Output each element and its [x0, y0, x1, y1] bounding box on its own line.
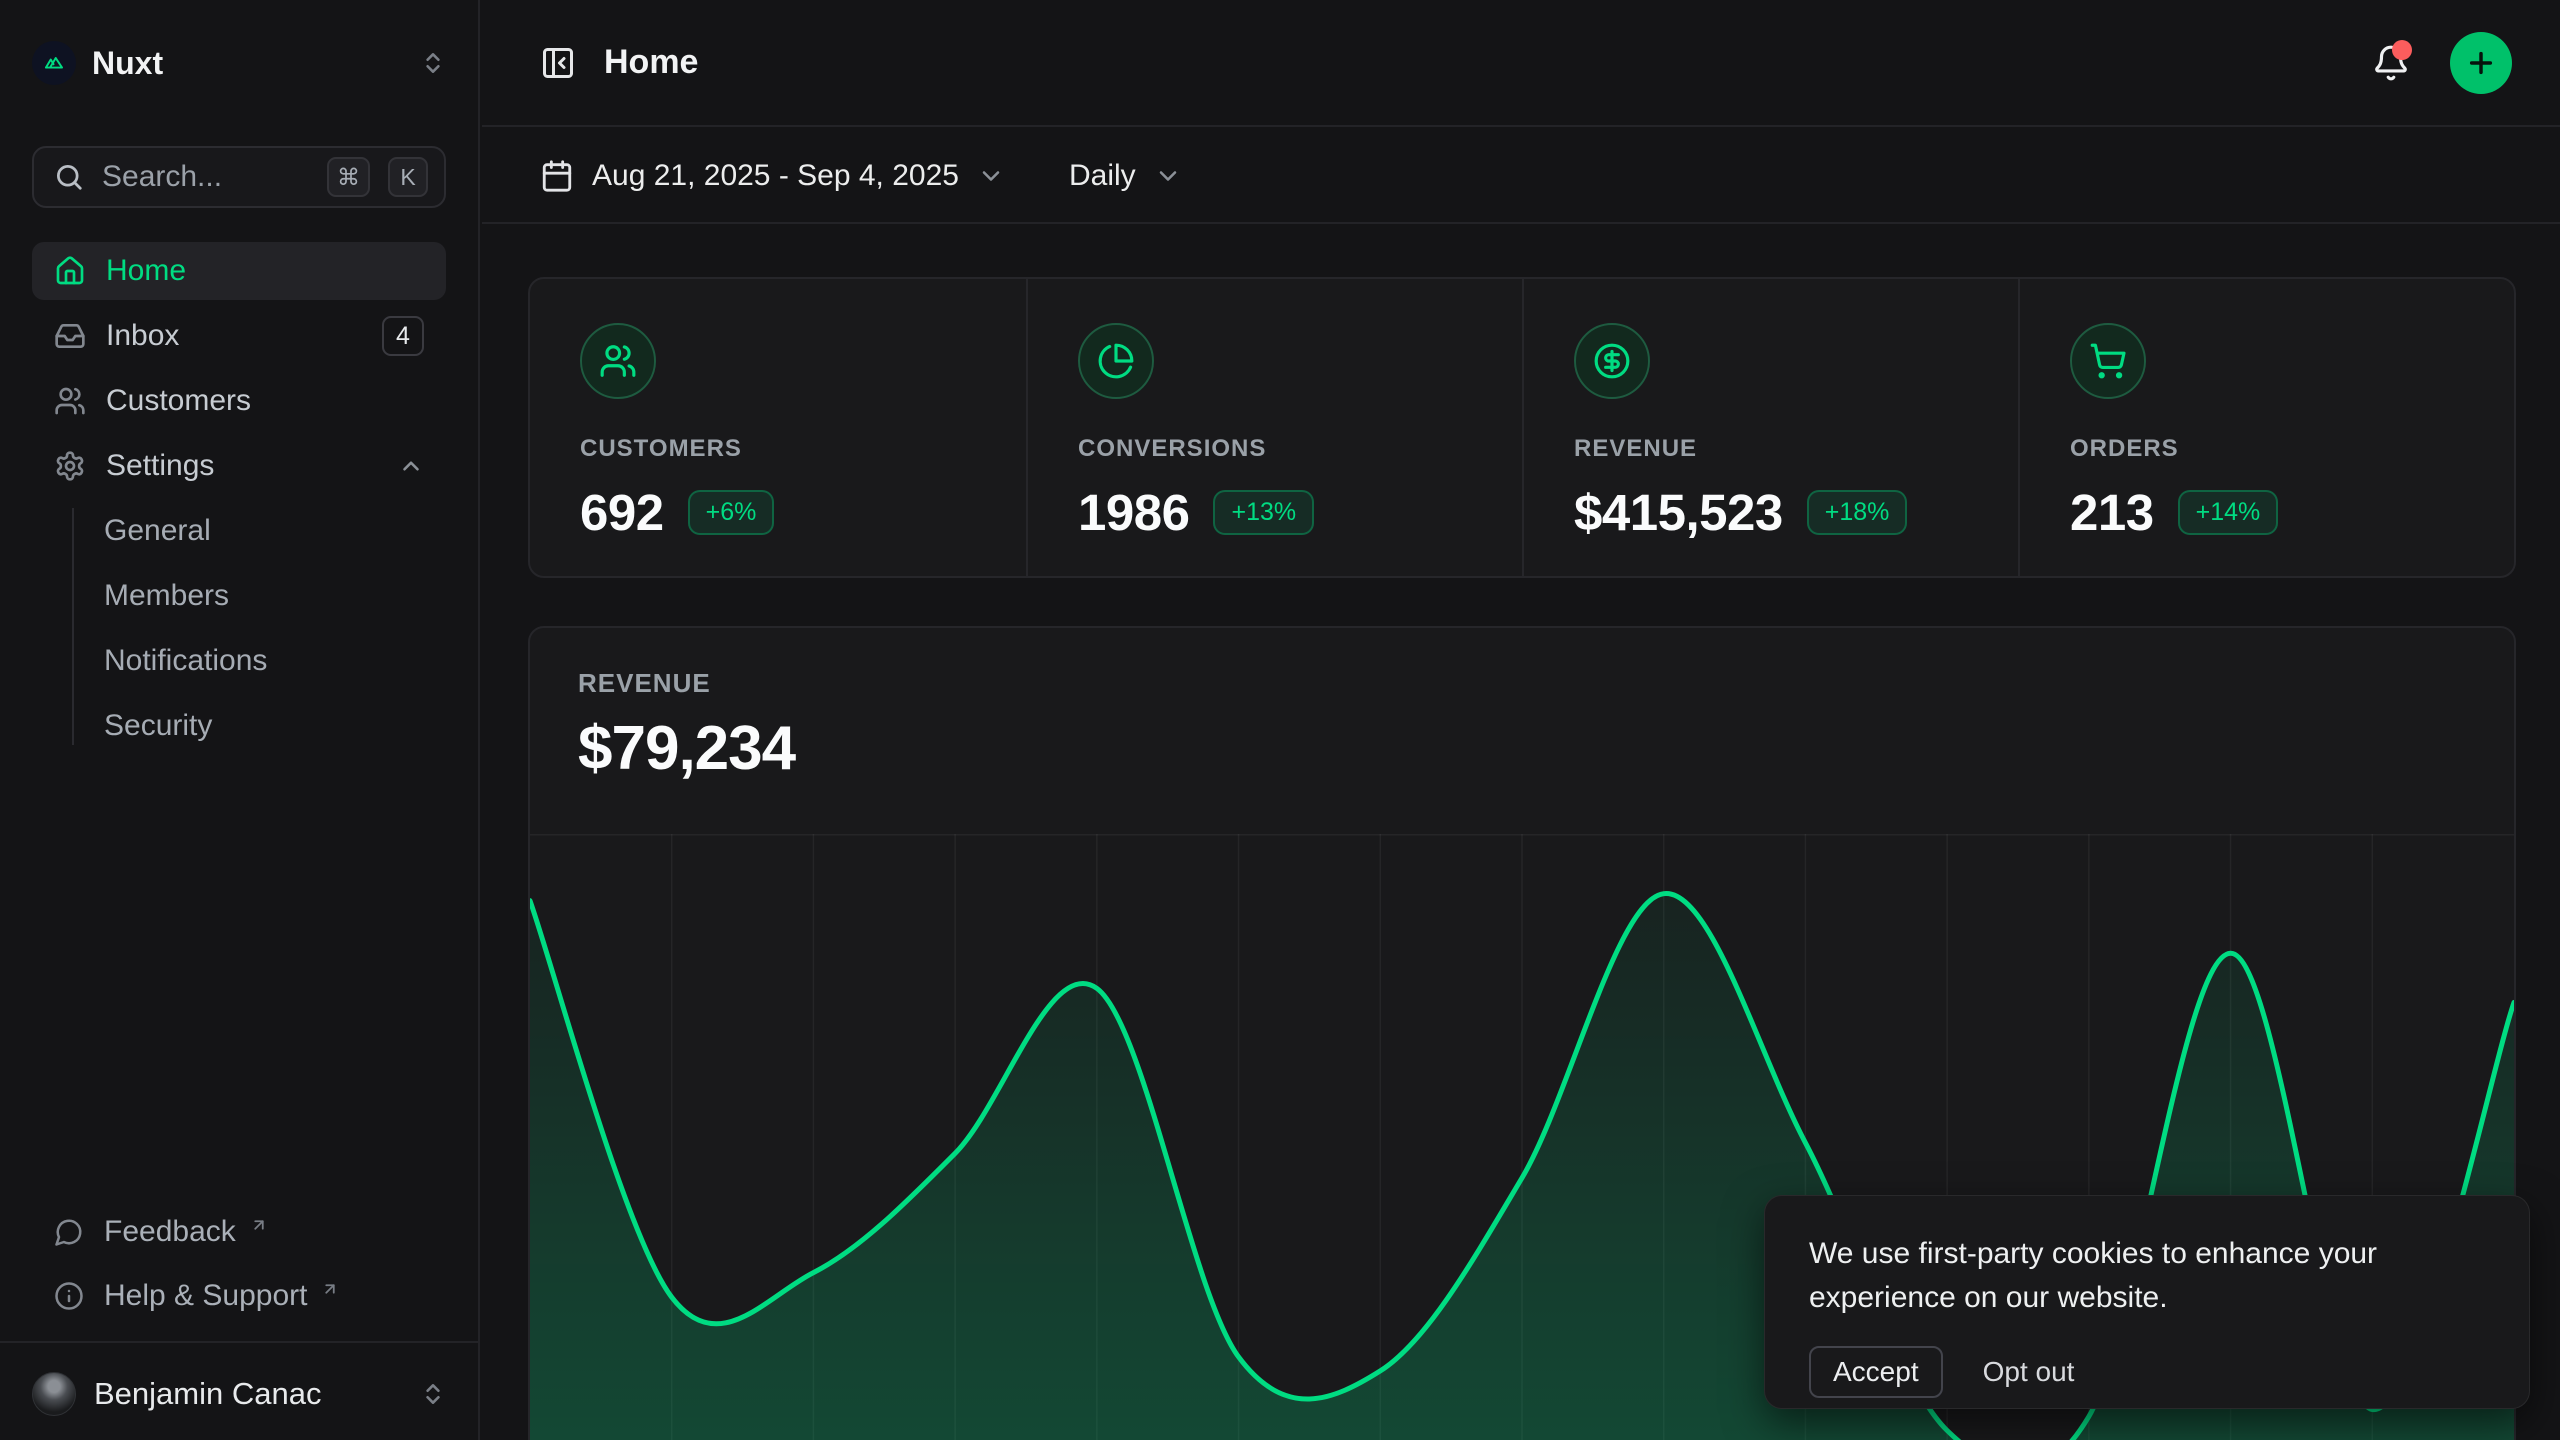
stat-value: $415,523	[1574, 483, 1783, 542]
dashboard-app: Nuxt Search... ⌘ K Home	[0, 0, 2560, 1440]
sidebar-item-customers[interactable]: Customers	[32, 372, 446, 430]
workspace-name: Nuxt	[92, 45, 404, 82]
calendar-icon	[540, 159, 574, 193]
notification-dot	[2392, 40, 2412, 60]
panel-left-close-icon[interactable]	[540, 45, 576, 81]
sidebar-item-label: Help & Support	[104, 1279, 307, 1313]
home-icon	[54, 255, 86, 287]
cookie-message: We use first-party cookies to enhance yo…	[1809, 1232, 2485, 1320]
filters-toolbar: Aug 21, 2025 - Sep 4, 2025 Daily	[482, 129, 2560, 224]
workspace-switcher[interactable]: Nuxt	[32, 40, 446, 86]
page-title: Home	[604, 43, 2372, 82]
sidebar-item-notifications[interactable]: Notifications	[72, 632, 446, 690]
stat-delta-badge: +18%	[1807, 490, 1908, 535]
sidebar-item-help-support[interactable]: Help & Support	[32, 1267, 446, 1325]
sidebar-nav: Home Inbox 4 Customers Settings	[32, 242, 446, 762]
chart-total-value: $79,234	[578, 713, 2466, 784]
sidebar: Nuxt Search... ⌘ K Home	[0, 0, 480, 1440]
stat-conversions[interactable]: Conversions 1986 +13%	[1026, 279, 1522, 576]
chart-title: Revenue	[578, 668, 2466, 699]
sidebar-item-members[interactable]: Members	[72, 567, 446, 625]
sidebar-item-label: Home	[106, 254, 186, 288]
search-placeholder: Search...	[102, 160, 309, 194]
info-circle-icon	[54, 1281, 84, 1311]
chevrons-up-down-icon	[420, 1381, 446, 1407]
chevron-down-icon	[1154, 162, 1182, 190]
stat-label: Revenue	[1574, 435, 2018, 463]
plus-icon	[2465, 47, 2497, 79]
users-icon	[580, 323, 656, 399]
sidebar-item-label: Inbox	[106, 319, 362, 353]
stats-card: Customers 692 +6% Conversions 1986 +13%	[528, 277, 2516, 578]
stat-delta-badge: +6%	[688, 490, 775, 535]
user-menu[interactable]: Benjamin Canac	[32, 1362, 446, 1426]
search-icon	[54, 162, 84, 192]
stat-value: 1986	[1078, 483, 1189, 542]
user-name: Benjamin Canac	[94, 1376, 402, 1412]
stat-value: 213	[2070, 483, 2154, 542]
stat-label: Conversions	[1078, 435, 1522, 463]
chevrons-up-down-icon	[420, 50, 446, 76]
sidebar-item-label: Security	[104, 709, 212, 743]
granularity-label: Daily	[1069, 159, 1136, 193]
search-input[interactable]: Search... ⌘ K	[32, 146, 446, 208]
sidebar-item-label: Notifications	[104, 644, 267, 678]
sidebar-item-settings[interactable]: Settings	[32, 437, 446, 495]
sidebar-item-label: General	[104, 514, 211, 548]
opt-out-button[interactable]: Opt out	[1983, 1356, 2075, 1388]
page-header: Home	[482, 0, 2560, 127]
users-icon	[54, 385, 86, 417]
kbd-cmd: ⌘	[327, 157, 370, 197]
stat-orders[interactable]: Orders 213 +14%	[2018, 279, 2514, 576]
sidebar-item-feedback[interactable]: Feedback	[32, 1203, 446, 1261]
external-link-icon	[250, 1216, 268, 1234]
dollar-circle-icon	[1574, 323, 1650, 399]
external-link-icon	[321, 1280, 339, 1298]
cookie-banner: We use first-party cookies to enhance yo…	[1764, 1195, 2530, 1409]
stat-customers[interactable]: Customers 692 +6%	[530, 279, 1026, 576]
sidebar-item-label: Customers	[106, 384, 251, 418]
sidebar-item-general[interactable]: General	[72, 502, 446, 560]
gear-icon	[54, 450, 86, 482]
sidebar-item-home[interactable]: Home	[32, 242, 446, 300]
sidebar-item-label: Settings	[106, 449, 378, 483]
kbd-k: K	[388, 157, 428, 197]
accept-button[interactable]: Accept	[1809, 1346, 1943, 1398]
sidebar-item-inbox[interactable]: Inbox 4	[32, 307, 446, 365]
notifications-button[interactable]	[2372, 44, 2410, 82]
stat-delta-badge: +13%	[1213, 490, 1314, 535]
stat-delta-badge: +14%	[2178, 490, 2279, 535]
inbox-icon	[54, 320, 86, 352]
stat-revenue[interactable]: Revenue $415,523 +18%	[1522, 279, 2018, 576]
shopping-cart-icon	[2070, 323, 2146, 399]
granularity-select[interactable]: Daily	[1069, 159, 1182, 193]
avatar	[32, 1372, 76, 1416]
sidebar-item-label: Members	[104, 579, 229, 613]
date-range-picker[interactable]: Aug 21, 2025 - Sep 4, 2025	[540, 159, 1005, 193]
sidebar-item-label: Feedback	[104, 1215, 236, 1249]
date-range-label: Aug 21, 2025 - Sep 4, 2025	[592, 159, 959, 193]
chevron-down-icon	[977, 162, 1005, 190]
stat-label: Customers	[580, 435, 1026, 463]
add-button[interactable]	[2450, 32, 2512, 94]
chevron-up-icon	[398, 453, 424, 479]
pie-chart-icon	[1078, 323, 1154, 399]
stat-label: Orders	[2070, 435, 2514, 463]
sidebar-footer: Feedback Help & Support	[32, 1203, 446, 1331]
stat-value: 692	[580, 483, 664, 542]
inbox-count-badge: 4	[382, 316, 424, 356]
nuxt-logo-icon	[32, 41, 76, 85]
settings-subnav: General Members Notifications Security	[32, 502, 446, 755]
message-circle-icon	[54, 1217, 84, 1247]
sidebar-item-security[interactable]: Security	[72, 697, 446, 755]
sidebar-divider	[0, 1341, 478, 1343]
